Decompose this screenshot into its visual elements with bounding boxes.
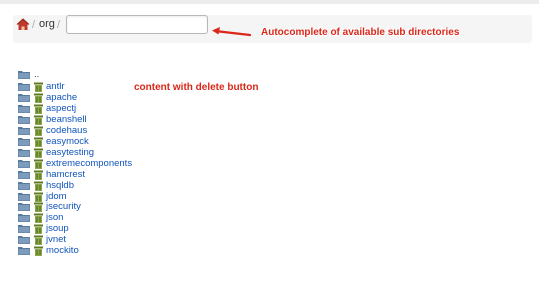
delete-icon[interactable] — [34, 181, 43, 191]
delete-icon[interactable] — [34, 202, 43, 213]
directory-link[interactable]: extremecomponents — [46, 158, 132, 169]
folder-icon — [18, 71, 30, 79]
delete-icon[interactable] — [34, 246, 43, 257]
directory-link[interactable]: json — [46, 212, 63, 223]
delete-icon[interactable] — [34, 82, 43, 92]
folder-icon — [18, 214, 30, 223]
folder-icon — [18, 247, 30, 256]
folder-icon — [18, 115, 30, 124]
delete-icon[interactable] — [34, 104, 43, 114]
delete-icon[interactable] — [34, 224, 43, 235]
folder-icon — [18, 192, 30, 201]
folder-icon — [18, 170, 30, 179]
folder-icon — [18, 225, 30, 234]
delete-icon[interactable] — [34, 213, 43, 224]
directory-link[interactable]: jdom — [46, 191, 67, 202]
directory-link[interactable]: apache — [46, 92, 77, 103]
annotation-arrow — [212, 27, 252, 37]
folder-icon — [18, 104, 30, 113]
folder-icon — [18, 126, 30, 135]
subdirectory-input[interactable] — [66, 15, 208, 34]
parent-directory-link[interactable]: .. — [34, 69, 39, 80]
delete-icon[interactable] — [34, 137, 43, 147]
breadcrumb-separator: / — [32, 19, 36, 31]
delete-icon[interactable] — [34, 148, 43, 158]
top-rule — [0, 0, 539, 4]
breadcrumb-separator: / — [57, 19, 61, 31]
delete-icon[interactable] — [34, 235, 43, 246]
folder-icon — [18, 137, 30, 146]
folder-icon — [18, 83, 30, 91]
folder-icon — [18, 236, 30, 245]
directory-link[interactable]: jsoup — [46, 223, 69, 234]
directory-link[interactable]: codehaus — [46, 125, 87, 136]
directory-link[interactable]: aspectj — [46, 103, 76, 114]
breadcrumb-item-org[interactable]: org — [39, 18, 55, 30]
content-annotation: content with delete button — [134, 82, 259, 93]
directory-link[interactable]: easytesting — [46, 147, 94, 158]
directory-link[interactable]: hsqldb — [46, 180, 74, 191]
delete-icon[interactable] — [34, 170, 43, 180]
directory-link[interactable]: hamcrest — [46, 169, 85, 180]
folder-icon — [18, 203, 30, 212]
directory-link[interactable]: jsecurity — [46, 201, 81, 212]
directory-link[interactable]: mockito — [46, 245, 79, 256]
directory-link[interactable]: easymock — [46, 136, 89, 147]
directory-link[interactable]: jvnet — [46, 234, 66, 245]
folder-icon — [18, 181, 30, 190]
folder-icon — [18, 159, 30, 168]
home-icon[interactable] — [16, 18, 30, 31]
delete-icon[interactable] — [34, 115, 43, 125]
directory-link[interactable]: antlr — [46, 81, 64, 92]
delete-icon[interactable] — [34, 93, 43, 103]
folder-icon — [18, 93, 30, 102]
delete-icon[interactable] — [34, 159, 43, 169]
directory-link[interactable]: beanshell — [46, 114, 87, 125]
delete-icon[interactable] — [34, 192, 43, 202]
delete-icon[interactable] — [34, 126, 43, 136]
folder-icon — [18, 148, 30, 157]
autocomplete-annotation: Autocomplete of available sub directorie… — [261, 27, 460, 38]
